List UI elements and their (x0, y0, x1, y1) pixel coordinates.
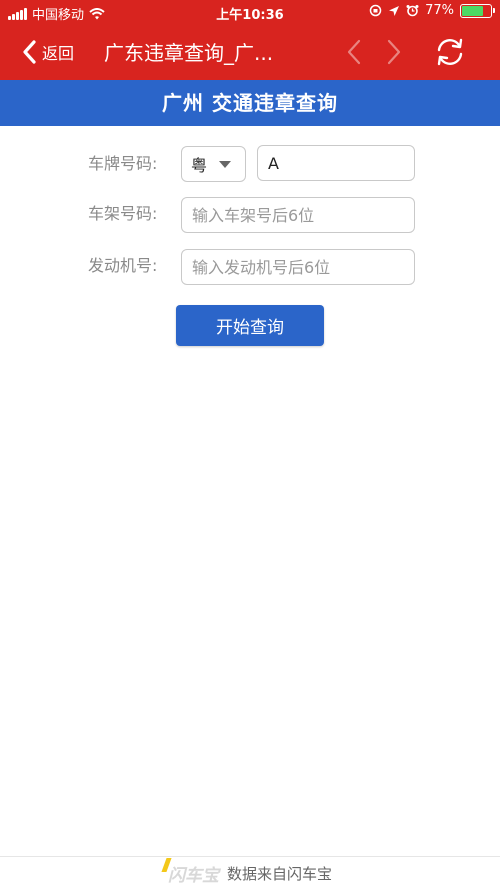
footer-logo-text: 闪车宝 (167, 865, 219, 886)
footer-text: 数据来自闪车宝 (226, 864, 332, 883)
plate-input[interactable] (257, 145, 415, 181)
footer-logo: 闪车宝 (161, 857, 219, 886)
battery-fill (462, 5, 483, 16)
status-bar: 中国移动 上午10:36 77% (0, 0, 500, 24)
alarm-icon (406, 5, 419, 17)
frame-number-input[interactable] (181, 197, 415, 233)
engine-number-input[interactable] (181, 249, 415, 285)
section-header: 广州 交通违章查询 (0, 80, 500, 126)
back-button[interactable]: 返回 (22, 38, 74, 66)
battery-percent: 77% (425, 3, 454, 18)
refresh-icon[interactable] (434, 36, 466, 68)
chevron-left-icon (23, 40, 36, 64)
footer: 闪车宝 数据来自闪车宝 (0, 856, 500, 889)
nav-bar: 返回 广东违章查询_广... (0, 24, 500, 80)
engine-label: 发动机号: (88, 256, 158, 275)
plate-label: 车牌号码: (88, 154, 158, 173)
nav-forward-arrow-icon[interactable] (378, 37, 408, 67)
location-icon (389, 5, 400, 16)
province-select[interactable]: 粤 (181, 146, 246, 182)
battery-icon (460, 3, 495, 18)
caret-down-icon (219, 161, 231, 168)
status-right: 77% (369, 3, 495, 18)
page-title: 广东违章查询_广... (104, 41, 274, 65)
back-label: 返回 (42, 44, 75, 63)
orientation-lock-icon (369, 4, 382, 17)
province-value: 粤 (191, 156, 208, 175)
start-query-button[interactable]: 开始查询 (176, 305, 324, 346)
nav-back-arrow-icon[interactable] (340, 37, 370, 67)
frame-label: 车架号码: (88, 204, 158, 223)
